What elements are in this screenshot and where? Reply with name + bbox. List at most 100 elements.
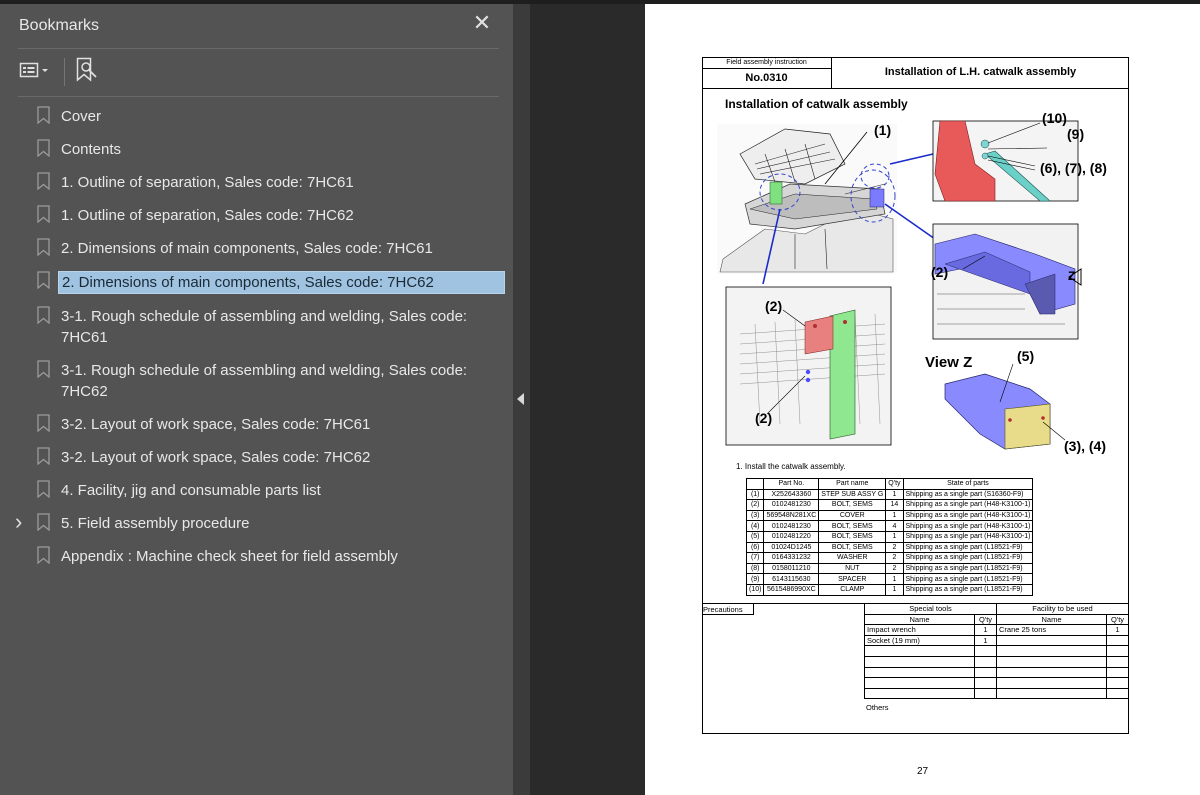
header-divider [702, 88, 1129, 89]
callout-2: (2) [931, 264, 949, 280]
tools-facility-table: Special tools Facility to be used Name Q'ty… [864, 603, 1129, 700]
tools-cell [1106, 655, 1129, 668]
table-row [864, 666, 1129, 679]
parts-cell: 2 [885, 562, 904, 575]
tools-subheader-cell: Name [996, 613, 1107, 626]
parts-cell: (1) [745, 488, 765, 501]
tools-cell [1106, 634, 1129, 647]
bookmark-item[interactable]: 4. Facility, jig and consumable parts li… [0, 474, 513, 507]
tools-header-cell: Special tools [864, 603, 997, 615]
tools-cell [996, 666, 1107, 679]
callout-2: (2) [755, 410, 773, 426]
bookmark-item[interactable]: 3-2. Layout of work space, Sales code: 7… [0, 441, 513, 474]
parts-cell: BOLT, SEMS [818, 530, 887, 543]
bookmarks-panel: Bookmarks ✕ Cover Contents 1. Outline of s… [0, 4, 513, 795]
view-z-label: View Z [925, 354, 973, 371]
bookmark-icon [37, 360, 50, 379]
section-title: Installation of catwalk assembly [725, 97, 908, 111]
callout-3-4: (3), (4) [1064, 438, 1106, 454]
toolbar-divider [64, 58, 65, 86]
chevron-right-icon[interactable]: › [15, 511, 29, 533]
parts-cell: 4 [885, 520, 904, 532]
tools-cell [974, 677, 997, 689]
tools-cell [1106, 645, 1129, 657]
parts-cell: Shipping as a single part (L18521-F9) [902, 573, 1034, 585]
tools-cell: 1 [974, 634, 997, 647]
bookmark-item[interactable]: › 5. Field assembly procedure [0, 507, 513, 540]
parts-cell: (3) [745, 509, 765, 522]
bookmark-item[interactable]: 2. Dimensions of main components, Sales … [0, 232, 513, 265]
tools-cell [996, 655, 1107, 668]
parts-cell: 01024D1245 [763, 541, 820, 554]
parts-cell: 0102481230 [763, 499, 820, 511]
parts-cell: BOLT, SEMS [818, 520, 887, 532]
bookmark-label: 2. Dimensions of main components, Sales … [61, 240, 433, 257]
parts-cell: 1 [885, 488, 904, 501]
parts-cell: BOLT, SEMS [818, 499, 887, 511]
bookmark-icon [37, 447, 50, 466]
tools-subheader-cell: Q'ty [974, 613, 997, 626]
table-row [864, 687, 1129, 700]
tools-cell [996, 634, 1107, 647]
bookmark-label: 3-1. Rough schedule of assembling and we… [61, 308, 468, 346]
bookmark-label: Appendix : Machine check sheet for field… [61, 548, 398, 565]
tools-subheader-cell: Q'ty [1106, 613, 1129, 626]
parts-cell: 1 [885, 509, 904, 522]
table-row: Socket (19 mm) 1 [864, 634, 1129, 647]
parts-cell: 14 [885, 499, 904, 511]
callout-9: (9) [1067, 126, 1085, 142]
parts-cell: (7) [745, 552, 765, 564]
divider [18, 48, 499, 49]
bookmark-search-icon [75, 57, 99, 88]
bookmark-icon [37, 414, 50, 433]
bookmark-item[interactable]: 3-2. Layout of work space, Sales code: 7… [0, 408, 513, 441]
bookmark-item[interactable]: Appendix : Machine check sheet for field… [0, 540, 513, 573]
table-row: (7) 0164331232 WASHER 2 Shipping as a single… [745, 552, 1034, 564]
bookmark-label: 4. Facility, jig and consumable parts li… [61, 482, 321, 499]
bookmark-item[interactable]: 1. Outline of separation, Sales code: 7H… [0, 166, 513, 199]
parts-cell: WASHER [818, 552, 887, 564]
parts-cell: NUT [818, 562, 887, 575]
parts-cell: Shipping as a single part (H48-K3100-1) [902, 499, 1034, 511]
callout-z: Z [1068, 269, 1076, 283]
parts-cell: (5) [745, 530, 765, 543]
bookmark-label: 1. Outline of separation, Sales code: 7H… [61, 207, 354, 224]
tools-cell [864, 666, 975, 679]
header-doc-type: Field assembly instruction [702, 57, 832, 69]
parts-header-cell: State of parts [902, 478, 1034, 490]
page-number: 27 [917, 766, 929, 777]
tools-cell [864, 645, 975, 657]
bookmark-item[interactable]: Contents [0, 133, 513, 166]
tools-cell [974, 666, 997, 679]
parts-cell: 1 [885, 583, 904, 596]
callout-10: (10) [1042, 110, 1067, 126]
instruction-step: 1. Install the catwalk assembly. [736, 462, 846, 471]
table-row: (1) X252643360 STEP SUB ASSY G 1 Shipping as… [745, 488, 1034, 501]
bookmark-icon [37, 271, 50, 290]
header-doc-title: Installation of L.H. catwalk assembly [884, 66, 1077, 78]
callout-2: (2) [765, 298, 783, 314]
table-row: (4) 0102481230 BOLT, SEMS 4 Shipping as a si… [745, 520, 1034, 532]
parts-cell: BOLT, SEMS [818, 541, 887, 554]
close-icon[interactable]: ✕ [472, 12, 492, 34]
tools-cell [864, 687, 975, 700]
document-page: Field assembly instruction No.0310 Insta… [645, 4, 1200, 795]
parts-cell: (10) [745, 583, 765, 596]
collapse-panel-arrow-icon[interactable] [517, 393, 524, 405]
options-button[interactable] [19, 58, 49, 86]
bookmark-item[interactable]: Cover [0, 100, 513, 133]
bookmark-item[interactable]: 1. Outline of separation, Sales code: 7H… [0, 199, 513, 232]
table-row: (2) 0102481230 BOLT, SEMS 14 Shipping as a s… [745, 499, 1034, 511]
parts-cell: SPACER [818, 573, 887, 585]
table-row: (3) 569548N281XC COVER 1 Shipping as a singl… [745, 509, 1034, 522]
bookmark-item[interactable]: 3-1. Rough schedule of assembling and we… [0, 300, 513, 354]
table-row: (10) 5615486990XC CLAMP 1 Shipping as a sing… [745, 583, 1034, 596]
table-row [864, 677, 1129, 689]
bookmark-item[interactable]: 2. Dimensions of main components, Sales … [0, 265, 513, 300]
parts-cell: 5615486990XC [763, 583, 820, 596]
parts-cell: Shipping as a single part (L18521-F9) [902, 541, 1034, 554]
parts-cell: CLAMP [818, 583, 887, 596]
bookmark-icon [37, 513, 50, 532]
bookmark-item[interactable]: 3-1. Rough schedule of assembling and we… [0, 354, 513, 408]
find-bookmark-button[interactable] [75, 57, 99, 88]
